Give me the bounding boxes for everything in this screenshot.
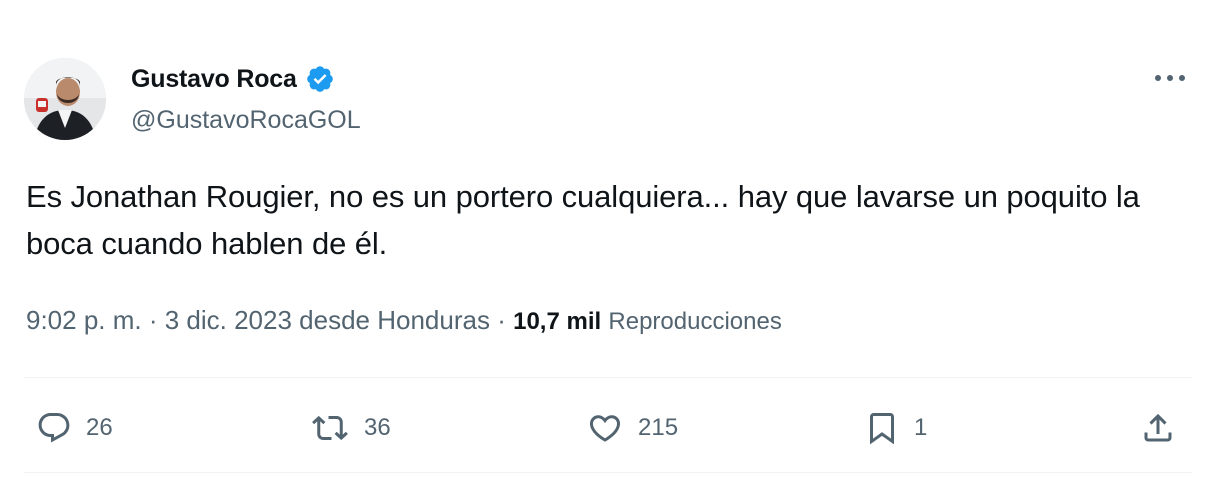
tweet-text: Es Jonathan Rougier, no es un portero cu…: [26, 179, 1140, 261]
share-button[interactable]: [1140, 400, 1176, 456]
retweet-button[interactable]: 36: [310, 400, 391, 456]
divider-bottom: [24, 472, 1192, 473]
retweet-icon: [310, 410, 350, 446]
bookmark-button[interactable]: 1: [864, 400, 927, 456]
like-button[interactable]: 215: [586, 400, 678, 456]
share-icon: [1140, 409, 1176, 447]
more-options-icon[interactable]: [1152, 68, 1188, 88]
tweet-metadata: 9:02 p. m. · 3 dic. 2023 desde Honduras …: [26, 305, 782, 336]
avatar[interactable]: [24, 58, 106, 140]
reply-button[interactable]: 26: [36, 400, 113, 456]
divider-top: [24, 377, 1192, 378]
tweet-card: Gustavo Roca @GustavoRocaGOL Es Jonathan…: [0, 0, 1224, 478]
action-bar: 26 36 215 1: [0, 400, 1224, 456]
views-label: Reproducciones: [608, 308, 782, 335]
reply-icon: [36, 410, 72, 446]
heart-icon: [586, 410, 624, 446]
meta-separator: ·: [497, 305, 506, 335]
views-count: 10,7 mil: [513, 308, 602, 335]
reply-count: 26: [86, 414, 113, 441]
author-name-row: Gustavo Roca: [131, 63, 335, 95]
author-display-name[interactable]: Gustavo Roca: [131, 65, 297, 94]
bookmark-icon: [864, 409, 900, 447]
bookmark-count: 1: [914, 414, 928, 441]
avatar-photo: [24, 58, 106, 140]
retweet-count: 36: [364, 414, 391, 441]
tweet-timestamp[interactable]: 9:02 p. m. · 3 dic. 2023 desde Honduras: [26, 305, 490, 335]
author-handle[interactable]: @GustavoRocaGOL: [131, 106, 361, 135]
verified-badge-icon[interactable]: [305, 64, 335, 94]
like-count: 215: [638, 414, 679, 441]
